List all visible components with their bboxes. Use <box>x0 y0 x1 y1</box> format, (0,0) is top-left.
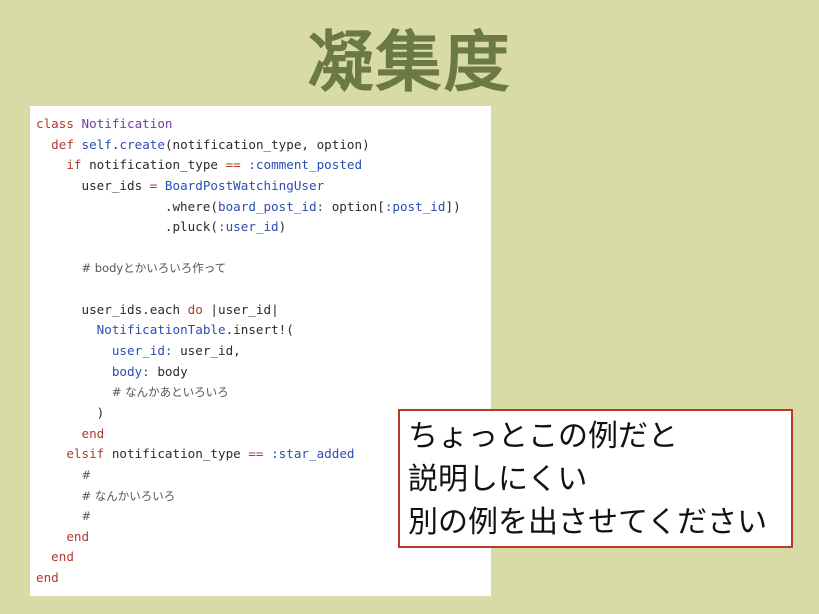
code-token: user_id: <box>111 343 173 359</box>
code-token: self <box>81 136 112 152</box>
code-token: == <box>248 446 264 462</box>
code-token: create <box>119 136 165 152</box>
code-line: if notification_type == :comment_posted <box>36 155 491 176</box>
code-token: # <box>81 467 92 482</box>
code-token: if <box>66 157 82 173</box>
code-token: user_ids.each <box>36 301 188 317</box>
code-token: ) <box>278 219 287 235</box>
code-line: user_ids.each do |user_id| <box>36 300 491 321</box>
code-token: == <box>225 157 241 173</box>
code-line: # bodyとかいろいろ作って <box>36 258 491 279</box>
code-line: def self.create(notification_type, optio… <box>36 135 491 156</box>
code-line: user_ids = BoardPostWatchingUser <box>36 176 491 197</box>
code-token: NotificationTable <box>96 322 226 338</box>
code-token: :post_id <box>384 198 446 214</box>
code-token: (notification_type, option) <box>164 136 370 152</box>
code-token: option[ <box>324 198 385 214</box>
code-token: :user_id <box>217 219 279 235</box>
code-token: :comment_posted <box>248 157 363 173</box>
code-token: end <box>36 570 59 586</box>
callout-line: 別の例を出させてください <box>408 505 768 540</box>
code-token: end <box>81 425 105 441</box>
callout-box: ちょっとこの例だと 説明しにくい 別の例を出させてください <box>398 409 793 548</box>
code-token: :star_added <box>271 446 355 462</box>
code-line: class Notification <box>36 114 491 135</box>
code-line: end <box>36 547 491 568</box>
slide-title: 凝集度 <box>307 24 512 101</box>
code-token: .insert!( <box>225 322 294 338</box>
code-line: end <box>36 568 491 589</box>
code-token: BoardPostWatchingUser <box>164 177 325 193</box>
callout-line: 説明しにくい <box>408 462 588 497</box>
code-token: |user_id| <box>202 301 279 317</box>
code-token: def <box>51 136 74 152</box>
code-token: body: <box>111 363 150 379</box>
callout-line: ちょっとこの例だと <box>408 419 678 454</box>
code-line: .pluck(:user_id) <box>36 217 491 238</box>
code-token: board_post_id: <box>217 198 325 214</box>
code-line: # なんかあといろいろ <box>36 382 491 403</box>
code-token: user_ids <box>36 177 150 193</box>
code-token: Notification <box>81 116 173 131</box>
code-token: body <box>149 363 188 379</box>
code-token: # なんかあといろいろ <box>111 385 229 400</box>
code-token: # なんかいろいろ <box>81 488 176 503</box>
code-token: # <box>81 509 92 524</box>
code-token: end <box>51 549 74 565</box>
code-token: end <box>66 528 90 544</box>
code-token: class <box>36 116 74 131</box>
code-token: elsif <box>66 446 105 462</box>
code-token: # bodyとかいろいろ作って <box>81 261 227 276</box>
code-token: .pluck( <box>36 219 218 235</box>
code-line: body: body <box>36 362 491 383</box>
code-token: user_id, <box>172 343 241 359</box>
code-token: notification_type <box>81 157 226 173</box>
code-line: .where(board_post_id: option[:post_id]) <box>36 197 491 218</box>
code-token: ]) <box>445 198 461 214</box>
code-token: do <box>187 301 203 317</box>
code-token: ) <box>36 404 105 420</box>
code-token: .where( <box>36 198 218 214</box>
slide: 凝集度 class Notification def self.create(n… <box>0 0 819 614</box>
code-line: user_id: user_id, <box>36 341 491 362</box>
code-token: notification_type <box>104 446 249 462</box>
code-line: NotificationTable.insert!( <box>36 320 491 341</box>
